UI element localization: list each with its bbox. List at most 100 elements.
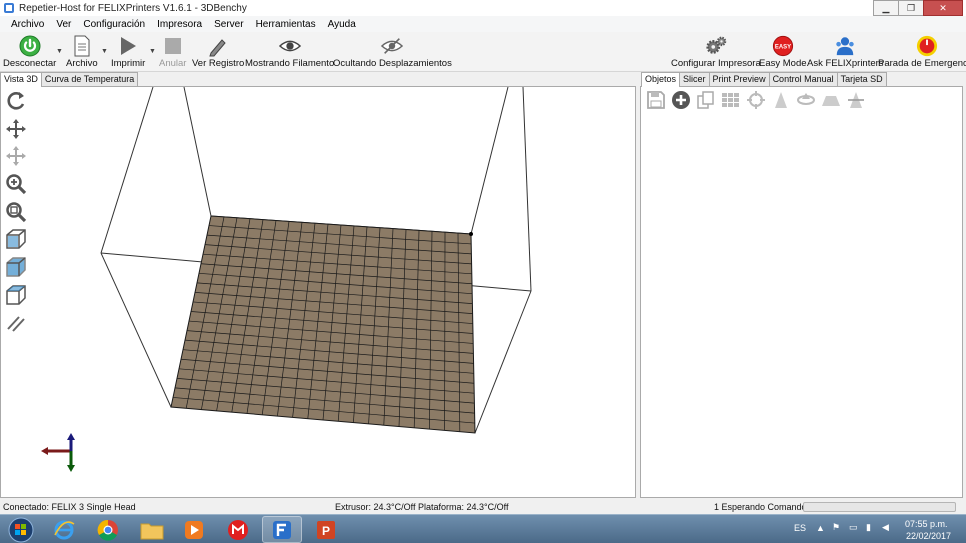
bed-corner-marker xyxy=(469,232,473,236)
display-icon[interactable]: ▭ xyxy=(849,522,858,533)
panel-tabs: Objetos Slicer Print Preview Control Man… xyxy=(641,72,887,87)
log-button[interactable]: Ver Registro xyxy=(192,34,244,70)
start-button[interactable] xyxy=(2,516,40,543)
scale-object-button[interactable] xyxy=(768,89,793,111)
language-indicator[interactable]: ES xyxy=(794,523,806,533)
menu-server[interactable]: Server xyxy=(208,19,249,30)
play-icon xyxy=(117,34,139,58)
center-object-button[interactable] xyxy=(743,89,768,111)
powerpoint-icon: P xyxy=(317,520,335,539)
menu-ayuda[interactable]: Ayuda xyxy=(322,19,362,30)
objects-panel xyxy=(640,86,963,498)
copy-icon xyxy=(696,91,714,109)
configure-printer-button[interactable]: Configurar Impresora xyxy=(671,34,761,70)
move-view-button[interactable] xyxy=(3,116,29,142)
cancel-button[interactable]: Anular xyxy=(159,34,186,70)
title-bar: Repetier-Host for FELIXPrinters V1.6.1 -… xyxy=(0,0,966,16)
makerbot-icon xyxy=(228,519,248,540)
maximize-button[interactable]: ❐ xyxy=(898,0,924,16)
document-icon xyxy=(71,34,93,58)
hide-travel-button[interactable]: Ocultando Desplazamientos xyxy=(333,34,452,70)
move-object-button[interactable] xyxy=(3,143,29,169)
view-tools xyxy=(3,88,31,337)
repetier-icon xyxy=(273,520,291,539)
mirror-object-button[interactable] xyxy=(818,89,843,111)
add-circle-icon xyxy=(671,91,690,109)
move-icon xyxy=(6,118,26,139)
menu-archivo[interactable]: Archivo xyxy=(5,19,50,30)
menu-herramientas[interactable]: Herramientas xyxy=(250,19,322,30)
folder-icon xyxy=(140,523,164,539)
cut-object-button[interactable] xyxy=(843,89,868,111)
windows-taskbar: P ES ▲ ⚑ ▭ ▮ ◀ 07:55 p.m. 22/02/2017 xyxy=(0,514,966,543)
disconnect-button[interactable]: Desconectar xyxy=(3,34,56,70)
grid-arrange-icon xyxy=(721,93,739,107)
cube-top-icon xyxy=(6,285,26,305)
parallel-view-button[interactable] xyxy=(3,310,29,336)
top-view-button[interactable] xyxy=(3,282,29,308)
file-button[interactable]: Archivo xyxy=(66,34,98,70)
tab-sd-card[interactable]: Tarjeta SD xyxy=(836,72,887,86)
taskbar-ie[interactable] xyxy=(44,516,84,543)
clock-date[interactable]: 22/02/2017 xyxy=(906,531,951,541)
objects-toolbar xyxy=(643,89,868,111)
front-view-button[interactable] xyxy=(3,254,29,280)
chrome-icon xyxy=(97,519,118,541)
power-icon xyxy=(19,34,41,58)
tab-slicer[interactable]: Slicer xyxy=(679,72,710,86)
show-hidden-icons[interactable]: ▲ xyxy=(816,523,825,533)
taskbar-chrome[interactable] xyxy=(88,516,128,543)
emergency-stop-button[interactable]: Parada de Emergencia xyxy=(878,34,966,70)
print-label: Imprimir xyxy=(111,58,146,69)
print-button[interactable]: Imprimir xyxy=(111,34,145,70)
menu-impresora[interactable]: Impresora xyxy=(151,19,208,30)
internet-explorer-icon xyxy=(54,520,75,539)
menu-configuracion[interactable]: Configuración xyxy=(77,19,151,30)
volume-muted-icon[interactable]: ◀ xyxy=(882,522,889,533)
rotate-view-button[interactable] xyxy=(3,88,29,114)
taskbar-explorer[interactable] xyxy=(132,516,172,543)
gears-icon xyxy=(705,34,727,58)
taskbar-powerpoint[interactable]: P xyxy=(306,516,346,543)
show-filament-button[interactable]: Mostrando Filamento xyxy=(245,34,334,70)
disconnect-dropdown-icon[interactable]: ▼ xyxy=(56,48,63,55)
tab-temperature-curve[interactable]: Curva de Temperatura xyxy=(40,72,139,86)
rotate-object-button[interactable] xyxy=(793,89,818,111)
fit-view-button[interactable] xyxy=(3,199,29,225)
taskbar-makerbot[interactable] xyxy=(218,516,258,543)
add-object-button[interactable] xyxy=(668,89,693,111)
cone-icon xyxy=(774,92,787,108)
menu-ver[interactable]: Ver xyxy=(50,19,77,30)
zoom-fit-icon xyxy=(6,202,27,222)
tab-objects[interactable]: Objetos xyxy=(641,72,681,87)
cube-front-icon xyxy=(6,257,26,277)
easy-mode-button[interactable]: EASY Easy Mode xyxy=(759,34,807,70)
cancel-label: Anular xyxy=(159,58,187,69)
tab-manual-control[interactable]: Control Manual xyxy=(768,72,838,86)
cube-iso-icon xyxy=(6,229,26,250)
iso-view-button[interactable] xyxy=(3,226,29,252)
tab-print-preview[interactable]: Print Preview xyxy=(708,72,770,86)
app-icon xyxy=(4,3,14,13)
print-dropdown-icon[interactable]: ▼ xyxy=(149,48,156,55)
clock-time[interactable]: 07:55 p.m. xyxy=(905,519,948,529)
center-target-icon xyxy=(746,91,765,109)
taskbar-media-player[interactable] xyxy=(174,516,214,543)
3d-viewport[interactable] xyxy=(0,86,636,498)
network-icon[interactable]: ▮ xyxy=(866,522,871,533)
taskbar-repetier[interactable] xyxy=(262,516,302,543)
minimize-button[interactable]: ▁ xyxy=(873,0,899,16)
media-player-icon xyxy=(185,520,203,539)
view-tabs: Vista 3D Curva de Temperatura xyxy=(0,72,139,87)
file-dropdown-icon[interactable]: ▼ xyxy=(101,48,108,55)
tab-3d-view[interactable]: Vista 3D xyxy=(0,72,42,87)
autoposition-button[interactable] xyxy=(718,89,743,111)
copy-object-button[interactable] xyxy=(693,89,718,111)
action-center-icon[interactable]: ⚑ xyxy=(832,522,840,533)
close-button[interactable]: ✕ xyxy=(923,0,963,16)
zoom-button[interactable] xyxy=(3,171,29,197)
print-volume-scene xyxy=(41,86,532,472)
save-icon xyxy=(646,91,665,109)
ask-felix-button[interactable]: Ask FELIXprinters xyxy=(807,34,884,70)
save-object-button[interactable] xyxy=(643,89,668,111)
